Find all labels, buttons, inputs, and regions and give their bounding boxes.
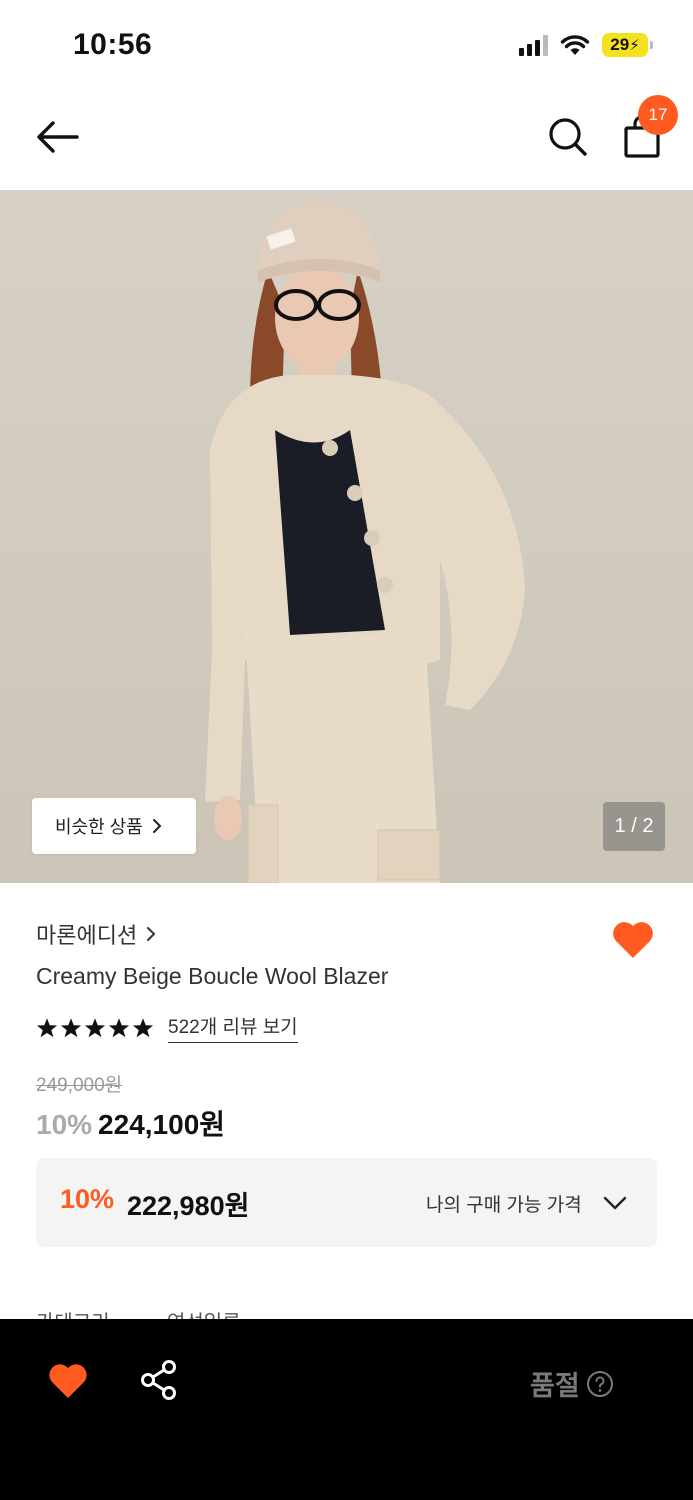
battery-icon: 29 ⚡ <box>602 33 653 57</box>
status-time: 10:56 <box>73 28 153 61</box>
sale-price: 224,100원 <box>98 1109 226 1140</box>
status-icons: 29 ⚡ <box>519 33 653 57</box>
similar-products-button[interactable]: 비슷한 상품 <box>32 798 196 854</box>
rating-row: 522개 리뷰 보기 <box>36 1012 298 1043</box>
discount-percent: 10% <box>36 1109 93 1140</box>
soldout-label: 품절 <box>530 1371 580 1401</box>
image-page-counter: 1 / 2 <box>603 802 665 851</box>
my-price-value: 222,980원 <box>127 1191 250 1221</box>
star-icon <box>84 1017 106 1037</box>
product-title: Creamy Beige Boucle Wool Blazer <box>36 963 389 989</box>
star-icon <box>36 1017 58 1037</box>
original-price: 249,000원 <box>36 1075 123 1096</box>
heart-icon[interactable] <box>611 918 655 960</box>
review-link[interactable]: 522개 리뷰 보기 <box>168 1012 298 1043</box>
similar-products-label: 비슷한 상품 <box>55 817 143 837</box>
my-purchase-price-panel[interactable]: 10% 222,980원 나의 구매 가능 가격 <box>36 1158 657 1247</box>
star-icon <box>60 1017 82 1037</box>
price-row: 10% 224,100원 <box>36 1103 225 1143</box>
product-photo <box>205 202 525 883</box>
chevron-down-icon <box>603 1196 627 1210</box>
cellular-signal-icon <box>519 34 548 56</box>
brand-name: 마론에디션 <box>36 923 138 948</box>
star-icon <box>132 1017 154 1037</box>
chevron-right-icon <box>147 927 156 941</box>
tab-category[interactable]: 카테고리 <box>36 1306 110 1320</box>
wifi-icon <box>560 35 590 55</box>
brand-link[interactable]: 마론에디션 <box>36 918 157 950</box>
info-tabs-partial: 카테고리 연선일류 <box>36 1302 657 1320</box>
star-rating <box>36 1017 154 1039</box>
arrow-left-icon[interactable] <box>33 117 81 157</box>
status-bar: 10:56 29 ⚡ <box>0 0 693 90</box>
star-icon <box>108 1017 130 1037</box>
soldout-status: 품절 <box>530 1364 614 1403</box>
tab-second[interactable]: 연선일류 <box>167 1306 241 1320</box>
chevron-right-icon <box>152 819 162 833</box>
my-price-label: 나의 구매 가능 가격 <box>426 1195 582 1216</box>
product-image-carousel[interactable]: 비슷한 상품 1 / 2 <box>0 190 693 883</box>
top-nav <box>0 90 693 190</box>
heart-icon[interactable] <box>47 1360 89 1400</box>
cart-count-badge: 17 <box>638 95 678 135</box>
bottom-action-bar: 품절 <box>0 1319 693 1500</box>
battery-level: 29 <box>610 35 630 54</box>
my-price-discount: 10% <box>60 1184 115 1214</box>
share-icon[interactable] <box>139 1359 179 1401</box>
search-icon[interactable] <box>546 115 590 159</box>
help-icon[interactable] <box>586 1370 614 1398</box>
